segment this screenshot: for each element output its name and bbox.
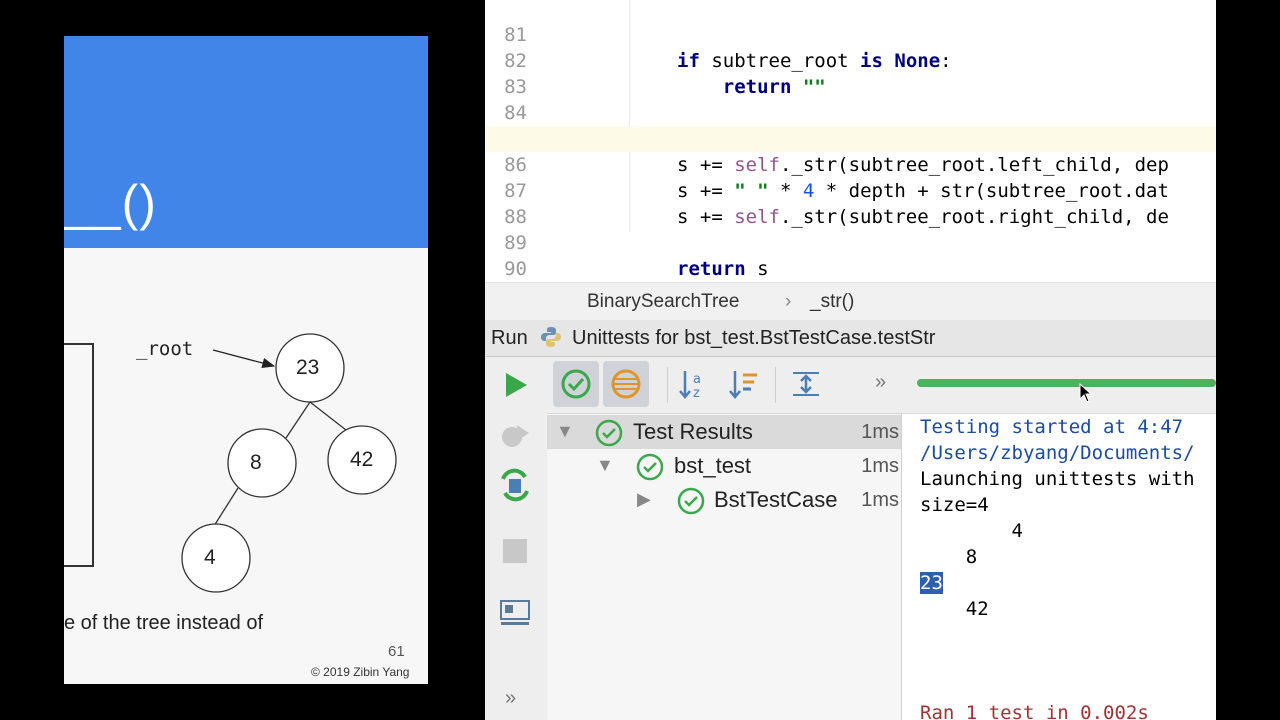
slide-copyright: © 2019 Zibin Yang — [311, 665, 410, 679]
sort-by-duration-icon[interactable] — [721, 361, 767, 407]
toggle-auto-test-icon[interactable] — [497, 467, 533, 503]
tree-node-23-label: 23 — [296, 356, 320, 379]
tree-item-test-results[interactable]: ▼ Test Results 1ms — [547, 415, 901, 449]
check-circle-icon — [561, 369, 591, 399]
bst-diagram — [181, 333, 397, 593]
passed-check-icon — [595, 419, 623, 447]
tree-node-8-label: 8 — [250, 451, 262, 474]
show-passed-button[interactable] — [553, 361, 599, 407]
code-line[interactable]: 88 — [485, 178, 1216, 228]
layout-icon[interactable] — [497, 595, 533, 631]
code-line[interactable]: 89 return s — [485, 204, 1216, 280]
code-line[interactable]: 87 s += self._str(subtree_root.right_chi… — [485, 152, 1216, 228]
code-line[interactable]: 81 if subtree_root is None: — [485, 0, 1216, 72]
code-line[interactable]: 85 s += self._str(subtree_root.left_chil… — [485, 100, 1216, 176]
tree-item-duration: 1ms — [861, 489, 899, 511]
run-tool-window-header: Run Unittests for bst_test.BstTestCase.t… — [485, 320, 1216, 357]
tree-node-4-label: 4 — [204, 546, 216, 569]
console-line-selected: 23 — [920, 570, 943, 596]
console-output[interactable]: Testing started at 4:47 /Users/zbyang/Do… — [902, 414, 1216, 720]
console-line: 4 — [920, 520, 1023, 542]
tree-item-label: BstTestCase — [714, 487, 838, 512]
stop-icon[interactable] — [497, 533, 533, 569]
test-runner-toolbar: a z » — [547, 357, 1216, 414]
tree-node-4 — [181, 523, 251, 593]
lecture-slide: __() _root 23 8 42 4 e of the tree inste… — [64, 36, 428, 684]
show-ignored-button[interactable] — [603, 361, 649, 407]
rerun-play-icon[interactable] — [497, 367, 533, 403]
code-line[interactable]: 90 — [485, 230, 1216, 280]
passed-check-icon — [636, 453, 664, 481]
breadcrumb-separator: › — [785, 291, 792, 312]
console-line: /Users/zbyang/Documents/ — [920, 442, 1195, 464]
console-line: size=4 — [920, 494, 989, 516]
code-line[interactable]: 84 s = "" — [485, 74, 1216, 150]
python-icon — [541, 327, 561, 347]
test-results-tree[interactable]: ▼ Test Results 1ms ▼ bst_test 1ms ▶ BstT… — [547, 414, 902, 720]
console-line: 8 — [920, 546, 978, 568]
console-line: Testing started at 4:47 — [920, 416, 1184, 438]
run-tab-label[interactable]: Run — [491, 327, 528, 350]
toolbar-separator — [775, 367, 776, 403]
svg-text:z: z — [693, 386, 700, 401]
expand-arrow-icon[interactable]: ▼ — [596, 455, 614, 476]
tree-item-label: Test Results — [633, 419, 753, 444]
tree-item-label: bst_test — [674, 453, 752, 478]
console-line: Ran 1 test in 0.002s — [920, 702, 1149, 720]
mouse-cursor-icon — [1079, 383, 1093, 403]
tree-node-8 — [227, 428, 297, 498]
breadcrumb-class[interactable]: BinarySearchTree — [587, 291, 739, 313]
code-editor[interactable]: 81 if subtree_root is None: 82 return ""… — [485, 0, 1216, 282]
svg-text:a: a — [693, 372, 701, 387]
collapse-arrow-icon[interactable]: ▶ — [637, 489, 651, 510]
passed-check-icon — [677, 487, 705, 515]
code-line-current[interactable]: 86 s += " " * 4 * depth + str(subtree_ro… — [485, 126, 1216, 202]
tree-item-duration: 1ms — [861, 421, 899, 443]
run-configuration-title: Unittests for bst_test.BstTestCase.testS… — [572, 327, 936, 349]
edge-23-8 — [285, 401, 311, 439]
edge-23-42 — [309, 401, 347, 431]
tree-item-bst-test[interactable]: ▼ bst_test 1ms — [547, 449, 901, 483]
expand-all-icon[interactable] — [783, 361, 829, 407]
rerun-failed-icon[interactable] — [497, 417, 533, 453]
run-side-toolbar: » — [485, 357, 548, 720]
expand-arrow-icon[interactable]: ▼ — [556, 421, 574, 442]
slide-page-number: 61 — [388, 643, 405, 660]
ignored-icon — [611, 369, 641, 399]
tree-item-duration: 1ms — [861, 455, 899, 477]
slide-caption: e of the tree instead of — [64, 612, 264, 634]
breadcrumb: BinarySearchTree › _str() — [485, 282, 1216, 322]
tree-item-bst-test-case[interactable]: ▶ BstTestCase 1ms — [547, 483, 901, 517]
selected-text: 23 — [920, 572, 943, 594]
sort-alphabetically-icon[interactable]: a z — [671, 361, 717, 407]
more-actions-icon[interactable]: » — [505, 687, 516, 710]
console-line: 42 — [920, 598, 989, 620]
code-line[interactable]: 83 — [485, 48, 1216, 98]
tree-node-42-label: 42 — [350, 448, 374, 471]
code-line[interactable]: 82 return "" — [485, 22, 1216, 98]
root-pointer-arrow — [212, 349, 276, 369]
edge-8-4 — [213, 487, 239, 527]
toolbar-separator — [667, 367, 668, 403]
test-progress-bar — [917, 379, 1216, 387]
toolbar-overflow-icon[interactable]: » — [875, 371, 886, 394]
code-line[interactable]: 91 — [485, 256, 1216, 282]
console-line: Launching unittests with — [920, 468, 1195, 490]
breadcrumb-method[interactable]: _str() — [810, 291, 854, 313]
